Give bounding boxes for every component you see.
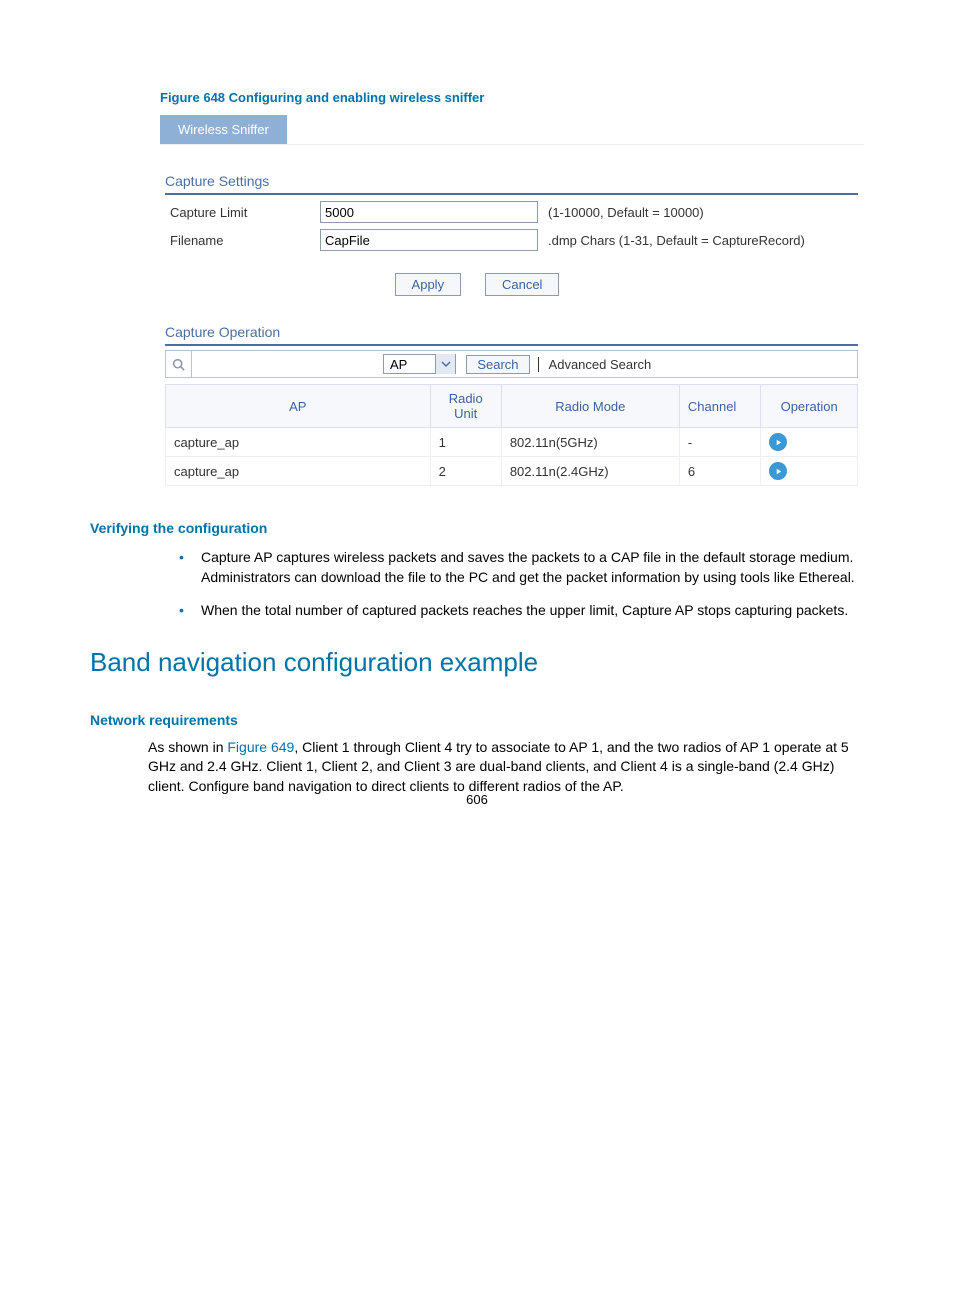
band-navigation-heading: Band navigation configuration example: [90, 647, 864, 678]
list-item: When the total number of captured packet…: [185, 601, 864, 621]
table-row: capture_ap 2 802.11n(2.4GHz) 6: [166, 457, 858, 486]
page-number: 606: [0, 792, 954, 807]
tab-row: Wireless Sniffer: [160, 115, 864, 145]
table-row: capture_ap 1 802.11n(5GHz) -: [166, 428, 858, 457]
capture-limit-input[interactable]: [320, 201, 538, 223]
capture-operation-title: Capture Operation: [165, 324, 858, 346]
filename-hint: .dmp Chars (1-31, Default = CaptureRecor…: [548, 233, 805, 248]
filename-input[interactable]: [320, 229, 538, 251]
cancel-button[interactable]: Cancel: [485, 273, 559, 296]
verifying-list: Capture AP captures wireless packets and…: [185, 548, 864, 621]
play-icon[interactable]: [769, 462, 787, 480]
capture-operation-table: AP Radio Unit Radio Mode Channel Operati…: [165, 384, 858, 486]
button-row: Apply Cancel: [90, 273, 864, 296]
figure-caption: Figure 648 Configuring and enabling wire…: [160, 90, 864, 105]
search-input[interactable]: [192, 352, 373, 376]
capture-limit-row: Capture Limit (1-10000, Default = 10000): [170, 201, 864, 223]
col-channel: Channel: [679, 385, 760, 428]
capture-limit-label: Capture Limit: [170, 205, 320, 220]
capture-limit-hint: (1-10000, Default = 10000): [548, 205, 704, 220]
cell-channel: -: [679, 428, 760, 457]
cell-ap: capture_ap: [166, 428, 431, 457]
verifying-heading: Verifying the configuration: [90, 520, 864, 536]
cell-channel: 6: [679, 457, 760, 486]
filename-label: Filename: [170, 233, 320, 248]
dropdown-value: AP: [384, 357, 435, 372]
search-bar: AP Search Advanced Search: [165, 350, 858, 378]
figure-link[interactable]: Figure 649: [227, 739, 294, 755]
cell-radio-unit: 1: [430, 428, 501, 457]
col-radio-unit: Radio Unit: [430, 385, 501, 428]
network-requirements-paragraph: As shown in Figure 649, Client 1 through…: [148, 738, 864, 797]
search-icon: [166, 351, 192, 377]
cell-radio-mode: 802.11n(2.4GHz): [501, 457, 679, 486]
col-operation: Operation: [761, 385, 858, 428]
advanced-search-link[interactable]: Advanced Search: [538, 357, 652, 372]
play-icon[interactable]: [769, 433, 787, 451]
search-field-dropdown[interactable]: AP: [383, 354, 456, 374]
list-item: Capture AP captures wireless packets and…: [185, 548, 864, 587]
filename-row: Filename .dmp Chars (1-31, Default = Cap…: [170, 229, 864, 251]
network-requirements-heading: Network requirements: [90, 712, 864, 728]
apply-button[interactable]: Apply: [395, 273, 462, 296]
search-button[interactable]: Search: [466, 355, 529, 374]
tab-wireless-sniffer[interactable]: Wireless Sniffer: [160, 115, 287, 144]
cell-operation: [761, 457, 858, 486]
text-pre: As shown in: [148, 739, 227, 755]
col-radio-mode: Radio Mode: [501, 385, 679, 428]
capture-settings-title: Capture Settings: [165, 173, 858, 195]
cell-ap: capture_ap: [166, 457, 431, 486]
cell-radio-unit: 2: [430, 457, 501, 486]
chevron-down-icon: [435, 354, 455, 374]
col-ap: AP: [166, 385, 431, 428]
cell-operation: [761, 428, 858, 457]
cell-radio-mode: 802.11n(5GHz): [501, 428, 679, 457]
